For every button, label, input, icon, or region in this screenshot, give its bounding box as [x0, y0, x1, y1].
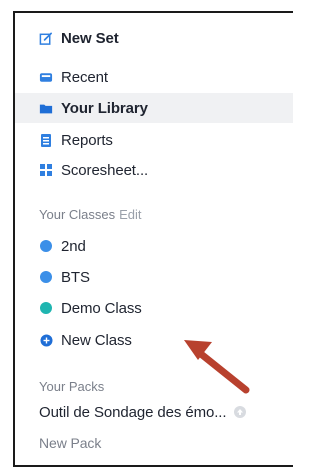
annotation-arrow-icon: [184, 340, 250, 394]
